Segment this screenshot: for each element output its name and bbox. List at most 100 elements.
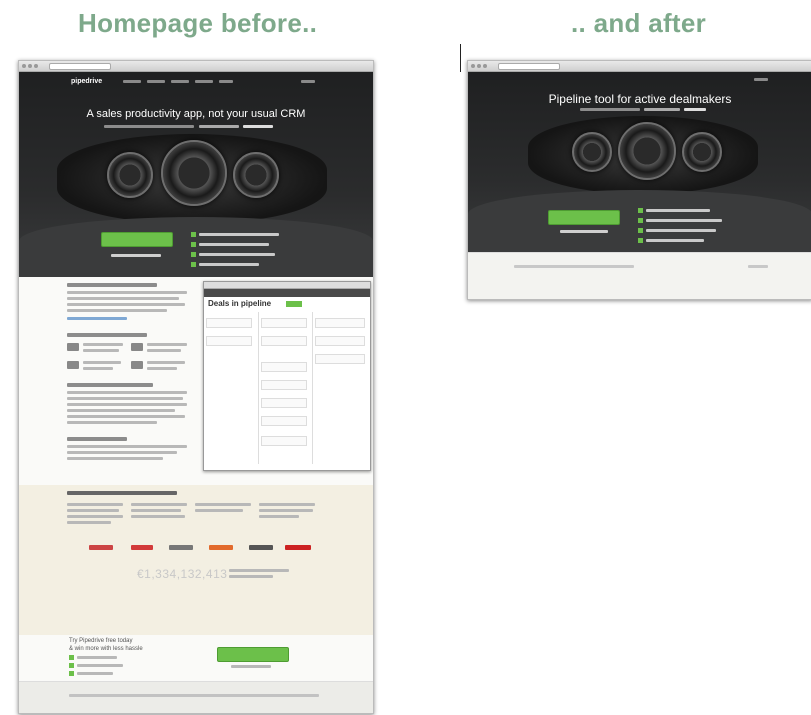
paragraph-line <box>67 415 185 418</box>
paragraph-line <box>67 409 175 412</box>
features-section: Deals in pipeline <box>19 277 373 507</box>
screenshot-title: Deals in pipeline <box>208 299 272 308</box>
hero-section: pipedrive A sales productivity app, not … <box>19 72 373 277</box>
customer-logo <box>131 545 153 550</box>
maximize-icon[interactable] <box>34 64 38 68</box>
check-icon <box>69 671 74 676</box>
top-nav: pipedrive <box>19 78 373 86</box>
feature-icon <box>67 343 79 351</box>
section-heading <box>67 333 147 337</box>
check-icon <box>638 208 643 213</box>
deal-card <box>261 416 307 426</box>
trial-section: Try Pipedrive free today & win more with… <box>19 635 373 681</box>
feature-icon <box>131 343 143 351</box>
customer-logo <box>285 545 311 550</box>
testimonials-heading <box>67 491 177 495</box>
benefit-text <box>646 229 716 232</box>
feature-text <box>83 367 113 370</box>
check-icon <box>191 232 196 237</box>
deal-card <box>206 336 252 346</box>
customer-logo <box>209 545 233 550</box>
gauge-center-icon <box>161 140 227 206</box>
pipeline-column <box>312 312 369 464</box>
gauge-left-icon <box>107 152 153 198</box>
hero-subline <box>199 125 239 128</box>
pipeline-column <box>204 312 256 464</box>
minimize-icon[interactable] <box>477 64 481 68</box>
check-icon <box>638 238 643 243</box>
hero-curve <box>19 217 373 277</box>
nav-link[interactable] <box>195 80 213 83</box>
nav-link[interactable] <box>123 80 141 83</box>
feature-text <box>147 343 187 346</box>
maximize-icon[interactable] <box>483 64 487 68</box>
read-more-link[interactable] <box>67 317 127 320</box>
paragraph-line <box>67 303 185 306</box>
login-link[interactable] <box>754 78 768 81</box>
signup-button[interactable] <box>548 210 620 225</box>
hero-subline-link[interactable] <box>243 125 273 128</box>
logo[interactable]: pipedrive <box>71 78 102 85</box>
browser-toolbar <box>468 61 811 72</box>
feature-text <box>83 349 119 352</box>
footer-links[interactable] <box>514 265 634 268</box>
paragraph-line <box>67 445 187 448</box>
signup-button[interactable] <box>101 232 173 247</box>
quote-line <box>131 503 187 506</box>
cta-subtext <box>231 665 271 668</box>
section-heading <box>67 437 127 441</box>
gauge-right-icon <box>682 132 722 172</box>
customer-logo <box>89 545 113 550</box>
check-icon <box>191 262 196 267</box>
quote-line <box>259 509 313 512</box>
section-heading <box>67 283 157 287</box>
benefit-text <box>199 233 279 236</box>
deal-card <box>261 362 307 372</box>
app-nav <box>204 289 370 297</box>
footer <box>468 252 811 299</box>
paragraph-line <box>67 297 179 300</box>
pipeline-column <box>258 312 311 464</box>
close-icon[interactable] <box>471 64 475 68</box>
paragraph-line <box>67 309 167 312</box>
feature-text <box>147 349 181 352</box>
deal-card <box>315 354 365 364</box>
feature-text <box>83 361 121 364</box>
footer-links[interactable] <box>748 265 768 268</box>
deal-card <box>315 336 365 346</box>
deal-card <box>261 436 307 446</box>
paragraph-line <box>67 403 187 406</box>
paragraph-line <box>67 457 163 460</box>
paragraph-line <box>67 291 187 294</box>
quote-line <box>67 521 111 524</box>
login-link[interactable] <box>301 80 315 83</box>
start-trial-button[interactable] <box>217 647 289 662</box>
deal-card <box>261 398 307 408</box>
feature-icon <box>67 361 79 369</box>
customers-section: €1,334,132,413 <box>19 485 373 635</box>
gauge-center-icon <box>618 122 676 180</box>
nav-link[interactable] <box>219 80 233 83</box>
browser-window-after: Pipeline tool for active dealmakers <box>467 60 811 300</box>
nav-link[interactable] <box>171 80 189 83</box>
deal-card <box>261 336 307 346</box>
browser-window-before: pipedrive A sales productivity app, not … <box>18 60 374 714</box>
benefit-text <box>199 253 275 256</box>
hero-section: Pipeline tool for active dealmakers <box>468 72 811 252</box>
address-bar[interactable] <box>49 63 111 70</box>
deal-card <box>206 318 252 328</box>
quote-line <box>67 503 123 506</box>
footer-links[interactable] <box>69 694 319 697</box>
address-bar[interactable] <box>498 63 560 70</box>
hero-subline-link[interactable] <box>684 108 706 111</box>
minimize-icon[interactable] <box>28 64 32 68</box>
paragraph-line <box>67 391 187 394</box>
feature-text <box>147 361 185 364</box>
nav-link[interactable] <box>147 80 165 83</box>
benefit-text <box>199 243 269 246</box>
quote-line <box>195 509 243 512</box>
quote-line <box>67 515 123 518</box>
close-icon[interactable] <box>22 64 26 68</box>
trial-heading: Try Pipedrive free today <box>69 638 133 644</box>
paragraph-line <box>67 451 177 454</box>
